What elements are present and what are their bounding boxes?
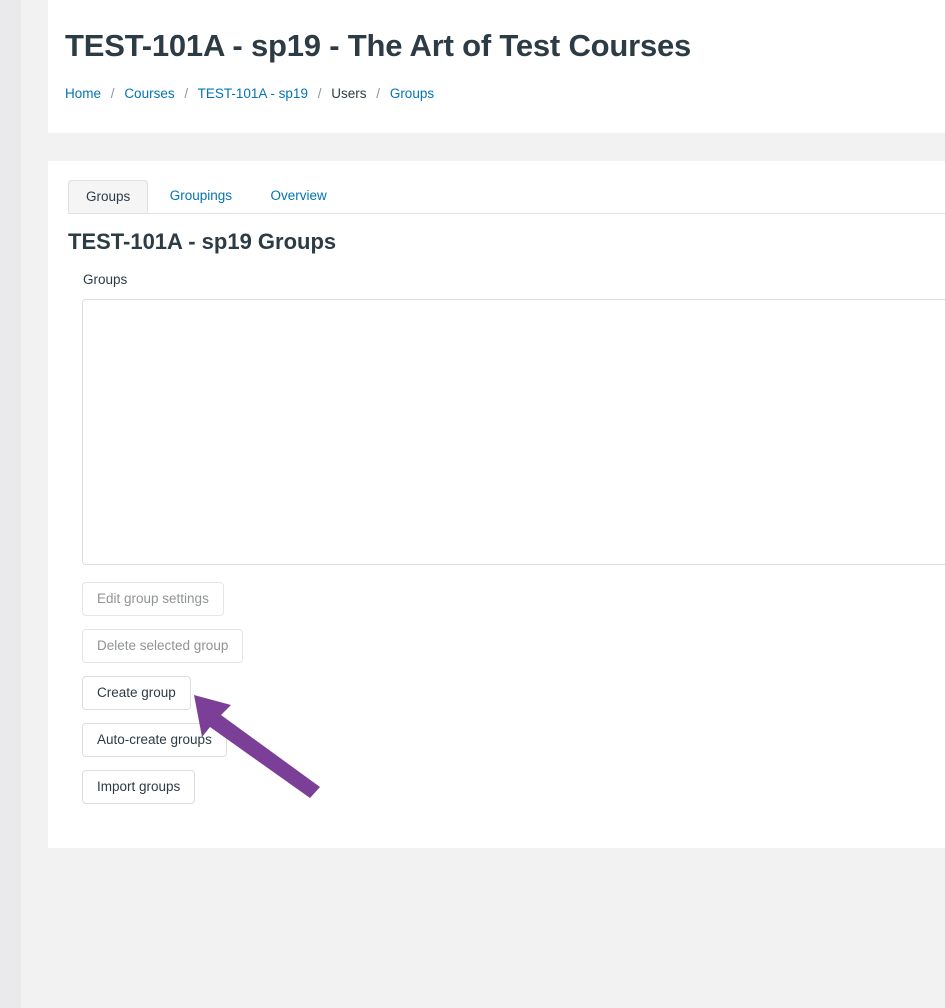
breadcrumb-item-users: Users bbox=[331, 86, 367, 101]
course-header-panel: TEST-101A - sp19 - The Art of Test Cours… bbox=[48, 0, 945, 133]
breadcrumb-separator: / bbox=[317, 86, 322, 101]
breadcrumb-item-courses[interactable]: Courses bbox=[124, 86, 174, 101]
page-title: TEST-101A - sp19 - The Art of Test Cours… bbox=[65, 28, 692, 63]
groups-content-panel: Groups Groupings Overview TEST-101A - sp… bbox=[48, 161, 945, 848]
breadcrumb-item-groups[interactable]: Groups bbox=[390, 86, 434, 101]
section-title: TEST-101A - sp19 Groups bbox=[68, 229, 337, 254]
auto-create-groups-button[interactable]: Auto-create groups bbox=[82, 723, 227, 757]
breadcrumb-separator: / bbox=[376, 86, 381, 101]
create-group-button[interactable]: Create group bbox=[82, 676, 191, 710]
left-rail bbox=[0, 0, 21, 1008]
tab-groupings[interactable]: Groupings bbox=[153, 180, 249, 213]
edit-group-settings-button[interactable]: Edit group settings bbox=[82, 582, 224, 616]
breadcrumb: Home / Courses / TEST-101A - sp19 / User… bbox=[65, 85, 434, 103]
breadcrumb-item-course[interactable]: TEST-101A - sp19 bbox=[198, 86, 308, 101]
breadcrumb-separator: / bbox=[110, 86, 115, 101]
breadcrumb-separator: / bbox=[184, 86, 189, 101]
page-root: TEST-101A - sp19 - The Art of Test Cours… bbox=[0, 0, 945, 1008]
groups-listbox[interactable] bbox=[82, 299, 945, 565]
tab-groups[interactable]: Groups bbox=[68, 180, 149, 213]
tab-bar: Groups Groupings Overview bbox=[68, 180, 945, 214]
group-actions: Edit group settings Delete selected grou… bbox=[82, 582, 244, 817]
delete-selected-group-button[interactable]: Delete selected group bbox=[82, 629, 244, 663]
breadcrumb-item-home[interactable]: Home bbox=[65, 86, 101, 101]
tab-overview[interactable]: Overview bbox=[253, 180, 343, 213]
import-groups-button[interactable]: Import groups bbox=[82, 770, 196, 804]
page-gutter bbox=[21, 0, 48, 1008]
groups-field-label: Groups bbox=[83, 272, 128, 287]
